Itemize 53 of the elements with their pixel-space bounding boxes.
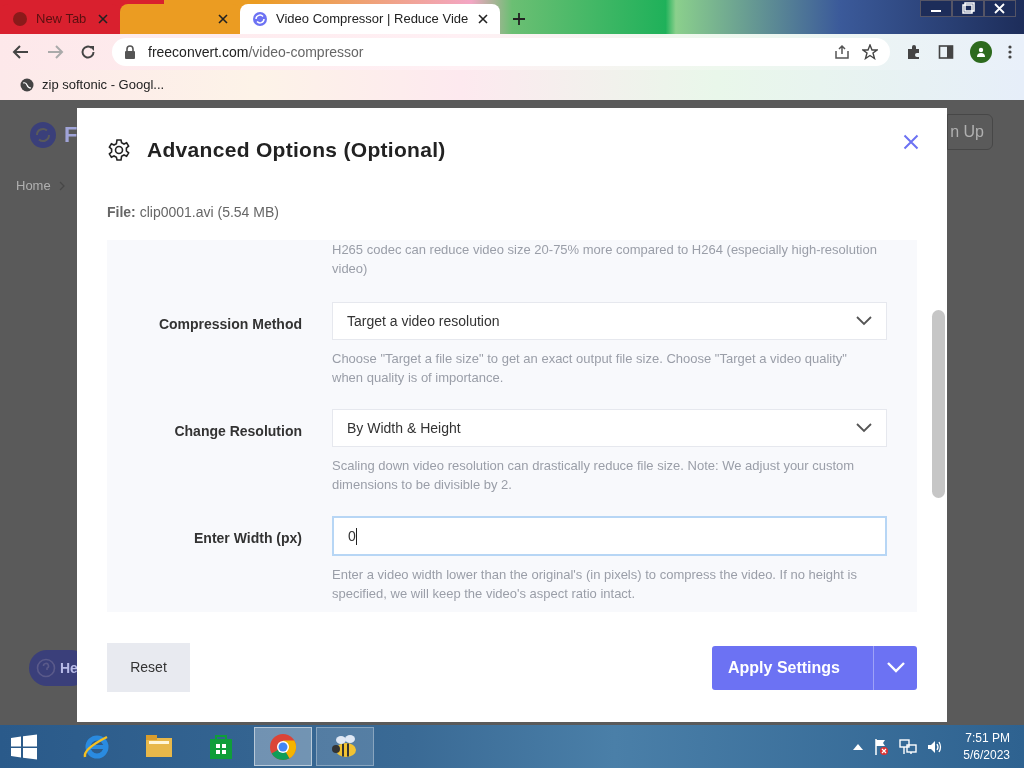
dropdown-button[interactable]: [873, 645, 917, 690]
tab-title: Video Compressor | Reduce Vide: [276, 10, 470, 29]
chevron-down-icon: [886, 662, 905, 673]
help-text: Scaling down video resolution can drastically reduce file size. Note: We adjust your custom dimensions to be divisible by 2.: [332, 457, 856, 494]
flag-icon[interactable]: [873, 737, 890, 756]
close-icon[interactable]: [984, 0, 1016, 17]
clock[interactable]: 7:51 PM 5/6/2023: [963, 729, 1010, 764]
back-icon[interactable]: [12, 44, 30, 60]
plus-icon[interactable]: [512, 12, 526, 26]
field-label: Change Resolution: [174, 422, 302, 441]
url-text: freeconvert.com/video-compressor: [148, 42, 365, 62]
help-text: Choose "Target a file size" to get an exact output file size. Choose "Target a video quality" when quality is of importance.: [332, 350, 848, 387]
input-field[interactable]: 0: [332, 516, 887, 556]
chevron-down-icon: [856, 423, 872, 433]
tab-title: New Tab: [36, 10, 88, 29]
up-arrow-icon[interactable]: [853, 743, 864, 750]
sidebar-icon[interactable]: [938, 44, 954, 60]
minimize-icon[interactable]: [920, 0, 952, 17]
puzzle-icon[interactable]: [906, 44, 922, 60]
restore-icon[interactable]: [952, 0, 984, 17]
logo-icon: [30, 121, 56, 148]
select-field[interactable]: By Width & Height: [332, 409, 887, 447]
reload-icon[interactable]: [80, 44, 96, 60]
network-icon[interactable]: [899, 738, 918, 755]
chevron-down-icon: [856, 316, 872, 326]
compress-icon: [252, 11, 268, 27]
logo-text: F: [64, 121, 78, 149]
field-label: Compression Method: [158, 315, 302, 334]
share-icon[interactable]: [834, 44, 850, 60]
dialog-title: Advanced Options (Optional): [147, 137, 447, 164]
gear-icon: [107, 138, 131, 162]
profile-avatar[interactable]: [970, 41, 992, 63]
close-icon[interactable]: [218, 14, 228, 24]
apply-settings-button[interactable]: Apply Settings: [712, 645, 873, 690]
help-text: Enter a video width lower than the original's (in pixels) to compress the video. If no height is specified, we will keep the video's aspect ratio intact.: [332, 566, 858, 603]
browser-tab[interactable]: Video Compressor | Reduce Vide: [240, 4, 500, 34]
star-icon[interactable]: [862, 44, 878, 60]
reset-button[interactable]: Reset: [107, 643, 190, 692]
person-icon: [976, 47, 986, 57]
close-icon[interactable]: [478, 14, 488, 24]
volume-icon[interactable]: [927, 739, 944, 754]
field-label: Enter Width (px): [194, 529, 302, 548]
bookmark[interactable]: zip softonic - Googl...: [16, 75, 169, 95]
taskbar-button[interactable]: [316, 727, 374, 766]
scrollbar-thumb[interactable]: [932, 310, 945, 498]
lock-icon: [124, 45, 136, 59]
more-icon[interactable]: [1008, 44, 1012, 60]
help-text: H265 codec can reduce video size 20-75% more compared to H264 (especially high-resolution video): [332, 241, 878, 278]
question-icon: [36, 658, 56, 678]
file-info: File: clip0001.avi (5.54 MB): [106, 203, 280, 222]
address-bar[interactable]: freeconvert.com/video-compressor: [112, 38, 890, 66]
select-field[interactable]: Target a video resolution: [332, 302, 887, 340]
windows-icon[interactable]: [10, 733, 38, 760]
